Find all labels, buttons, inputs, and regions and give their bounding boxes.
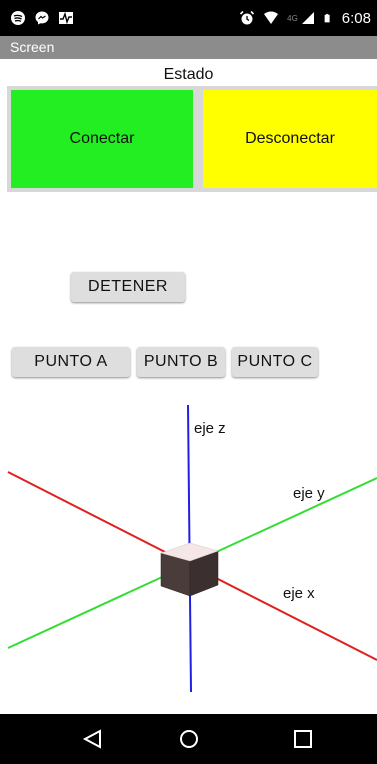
spotify-icon bbox=[11, 11, 25, 25]
app-title-bar: Screen bbox=[0, 36, 377, 59]
stop-button[interactable]: DETENER bbox=[71, 272, 185, 302]
3d-axes-view[interactable]: eje z eje y eje x bbox=[0, 400, 377, 700]
point-c-button[interactable]: PUNTO C bbox=[232, 347, 318, 377]
battery-icon bbox=[324, 13, 330, 23]
state-label: Estado bbox=[163, 66, 214, 83]
z-axis-label: eje z bbox=[194, 420, 226, 437]
messenger-icon bbox=[35, 11, 49, 25]
wifi-icon bbox=[264, 11, 279, 24]
point-a-button[interactable]: PUNTO A bbox=[12, 347, 130, 377]
network-type-label: 4G bbox=[287, 13, 298, 23]
clock: 6:08 bbox=[341, 9, 371, 27]
alarm-icon bbox=[240, 10, 255, 25]
status-bar: 4G 6:08 bbox=[0, 0, 377, 36]
signal-icon bbox=[301, 12, 314, 24]
x-axis-label: eje x bbox=[283, 585, 315, 602]
home-icon[interactable] bbox=[176, 728, 202, 750]
connection-button-panel: Conectar Desconectar bbox=[7, 86, 377, 192]
connect-button[interactable]: Conectar bbox=[11, 90, 193, 188]
cube bbox=[160, 542, 219, 597]
disconnect-button[interactable]: Desconectar bbox=[203, 90, 377, 188]
navigation-bar bbox=[0, 714, 377, 764]
back-icon[interactable] bbox=[80, 728, 106, 750]
point-b-button[interactable]: PUNTO B bbox=[137, 347, 225, 377]
y-axis-label: eje y bbox=[293, 485, 325, 502]
recents-icon[interactable] bbox=[290, 728, 316, 750]
activity-icon bbox=[59, 11, 73, 25]
